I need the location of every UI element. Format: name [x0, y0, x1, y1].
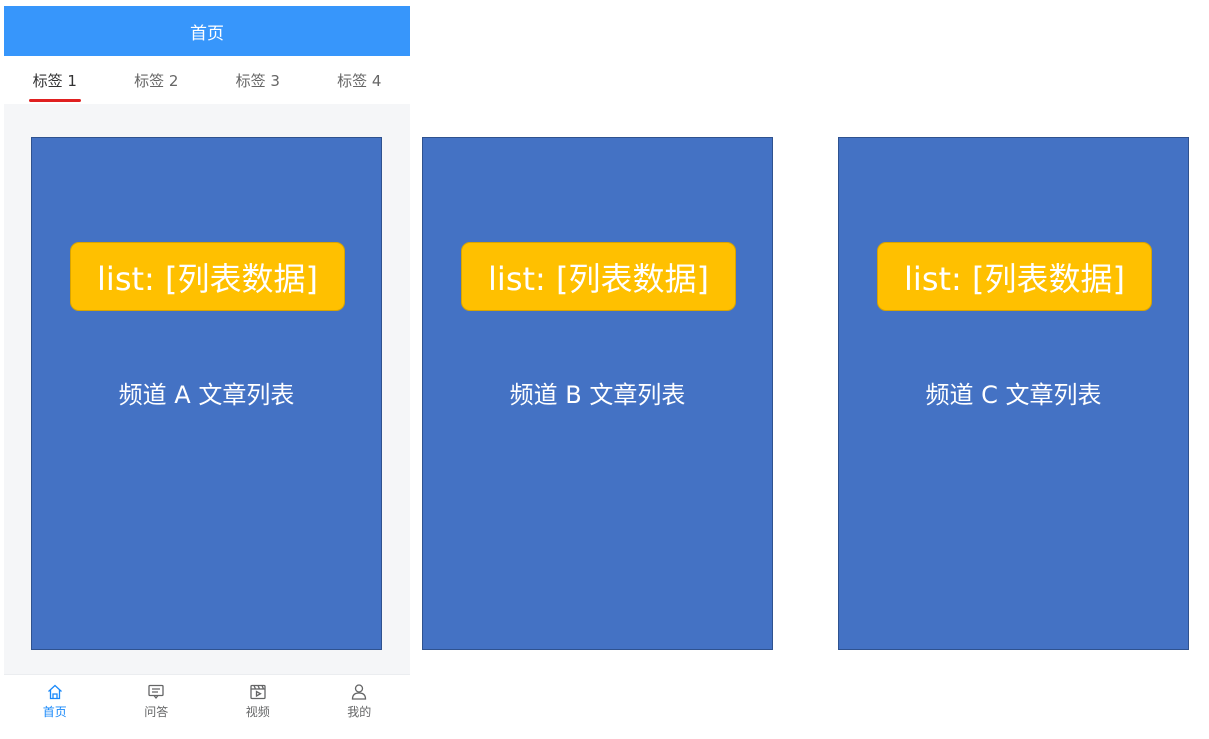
user-icon [352, 684, 367, 700]
tab-label: 标签 2 [134, 71, 179, 90]
page-title: 首页 [190, 23, 224, 44]
channel-b-panel: list: [列表数据] 频道 B 文章列表 [422, 137, 773, 650]
channel-c-title: 频道 C 文章列表 [925, 381, 1102, 409]
tab-4[interactable]: 标签 4 [309, 56, 411, 104]
channel-a-panel: list: [列表数据] 频道 A 文章列表 [31, 137, 382, 650]
list-data-badge: list: [列表数据] [877, 242, 1152, 311]
tabbar-label: 问答 [144, 705, 169, 719]
video-icon [250, 684, 266, 700]
tabbar-item-mine[interactable]: 我的 [309, 675, 411, 728]
active-tab-indicator [28, 99, 81, 102]
tab-3[interactable]: 标签 3 [207, 56, 309, 104]
tabbar-item-home[interactable]: 首页 [4, 675, 106, 728]
list-data-badge: list: [列表数据] [70, 242, 345, 311]
tabbar-item-qa[interactable]: 问答 [106, 675, 208, 728]
nav-bar: 首页 [4, 6, 410, 56]
tab-label: 标签 4 [337, 71, 382, 90]
tabbar-label: 视频 [245, 705, 270, 719]
list-data-badge: list: [列表数据] [461, 242, 736, 311]
channel-tabs: 标签 1 标签 2 标签 3 标签 4 [4, 56, 410, 104]
tab-label: 标签 3 [235, 71, 280, 90]
bottom-tab-bar: 首页 问答 视频 我的 [4, 674, 410, 728]
tab-1[interactable]: 标签 1 [4, 56, 106, 104]
home-icon [47, 684, 62, 700]
chat-icon [148, 684, 164, 700]
channel-c-panel: list: [列表数据] 频道 C 文章列表 [838, 137, 1189, 650]
channel-a-title: 频道 A 文章列表 [118, 381, 295, 409]
tab-label: 标签 1 [32, 71, 77, 90]
tabbar-label: 首页 [42, 705, 67, 719]
tab-2[interactable]: 标签 2 [106, 56, 208, 104]
tabbar-item-video[interactable]: 视频 [207, 675, 309, 728]
channel-b-title: 频道 B 文章列表 [509, 381, 686, 409]
tabbar-label: 我的 [347, 705, 372, 719]
